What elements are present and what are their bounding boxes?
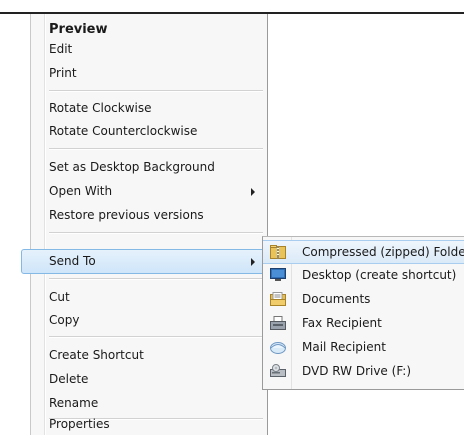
menu-item-label: Restore previous versions — [49, 208, 204, 222]
menu-item-label: Open With — [49, 184, 113, 198]
submenu-item-fax-recipient[interactable]: Fax Recipient — [263, 312, 464, 336]
menu-item-send-to[interactable]: Send To — [49, 251, 265, 272]
menu-item-label: Send To — [49, 254, 96, 268]
menu-item-delete[interactable]: Delete — [49, 369, 265, 390]
menu-item-print[interactable]: Print — [49, 63, 265, 84]
submenu-item-label: Desktop (create shortcut) — [302, 268, 457, 282]
menu-separator — [49, 278, 263, 280]
menu-item-properties[interactable]: Properties — [49, 414, 265, 435]
menu-item-set-desktop-background[interactable]: Set as Desktop Background — [49, 157, 265, 178]
menu-item-cut[interactable]: Cut — [49, 287, 265, 308]
menu-item-label: Rotate Counterclockwise — [49, 124, 198, 138]
submenu-item-mail-recipient[interactable]: Mail Recipient — [263, 336, 464, 360]
menu-item-rotate-clockwise[interactable]: Rotate Clockwise — [49, 98, 265, 119]
screen: Preview Edit Print Rotate Clockwise Rota… — [0, 0, 464, 435]
menu-item-copy[interactable]: Copy — [49, 310, 265, 331]
menu-item-create-shortcut[interactable]: Create Shortcut — [49, 345, 265, 366]
window-top-border — [0, 0, 464, 14]
submenu-arrow-icon — [251, 188, 255, 196]
menu-item-edit[interactable]: Edit — [49, 39, 265, 60]
menu-item-preview[interactable]: Preview — [49, 19, 265, 40]
submenu-arrow-icon — [251, 258, 255, 266]
send-to-submenu: Compressed (zipped) Folde Desktop (creat… — [262, 236, 464, 390]
menu-separator — [49, 336, 263, 338]
submenu-item-documents[interactable]: Documents — [263, 288, 464, 312]
submenu-item-label: Mail Recipient — [302, 340, 386, 354]
menu-item-label: Rotate Clockwise — [49, 101, 152, 115]
submenu-item-dvd-drive[interactable]: DVD RW Drive (F:) — [263, 360, 464, 384]
desktop-icon — [270, 268, 286, 281]
menu-item-label: Create Shortcut — [49, 348, 144, 362]
submenu-item-compressed-folder[interactable]: Compressed (zipped) Folde — [263, 240, 464, 264]
submenu-item-label: Documents — [302, 292, 371, 306]
menu-separator — [49, 232, 263, 234]
menu-item-rotate-counterclockwise[interactable]: Rotate Counterclockwise — [49, 121, 265, 142]
menu-item-label: Copy — [49, 313, 80, 327]
menu-item-label: Rename — [49, 396, 99, 410]
dvd-drive-icon — [270, 364, 286, 377]
submenu-item-label: Fax Recipient — [302, 316, 382, 330]
menu-item-label: Preview — [49, 22, 108, 37]
menu-separator — [49, 90, 263, 92]
menu-item-label: Properties — [49, 417, 110, 431]
submenu-item-label: Compressed (zipped) Folde — [302, 245, 464, 259]
menu-item-open-with[interactable]: Open With — [49, 181, 265, 202]
mail-icon — [270, 342, 286, 354]
menu-separator — [49, 148, 263, 150]
menu-item-label: Set as Desktop Background — [49, 160, 215, 174]
context-menu: Preview Edit Print Rotate Clockwise Rota… — [21, 14, 299, 435]
menu-item-label: Edit — [49, 42, 73, 56]
menu-item-rename[interactable]: Rename — [49, 393, 265, 414]
menu-gutter-highlight — [45, 14, 46, 435]
documents-icon — [270, 292, 286, 306]
fax-icon — [270, 316, 286, 330]
menu-item-restore-previous-versions[interactable]: Restore previous versions — [49, 205, 265, 226]
submenu-item-desktop-shortcut[interactable]: Desktop (create shortcut) — [263, 264, 464, 288]
menu-item-label: Print — [49, 66, 77, 80]
menu-item-label: Cut — [49, 290, 70, 304]
background-strip — [0, 14, 30, 435]
menu-item-label: Delete — [49, 372, 89, 386]
zip-folder-icon — [270, 245, 286, 259]
submenu-item-label: DVD RW Drive (F:) — [302, 364, 412, 378]
